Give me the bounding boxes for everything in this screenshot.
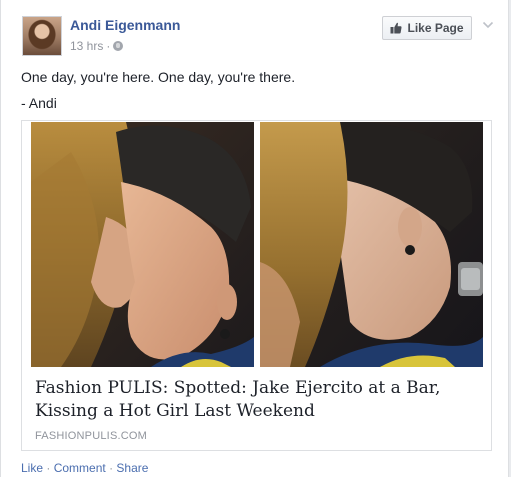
author-avatar[interactable]	[22, 16, 62, 56]
shared-link-card[interactable]: Fashion PULIS: Spotted: Jake Ejercito at…	[21, 120, 492, 451]
like-action-link[interactable]: Like	[21, 461, 43, 475]
post-text-line-2: - Andi	[21, 95, 57, 111]
preview-photo-left	[31, 122, 254, 367]
thumbs-up-icon	[390, 22, 403, 34]
author-name-link[interactable]: Andi Eigenmann	[70, 17, 180, 33]
like-page-button[interactable]: Like Page	[382, 16, 472, 40]
post-text-line-1: One day, you're here. One day, you're th…	[21, 69, 296, 85]
post-timestamp[interactable]: 13 hrs	[70, 39, 103, 53]
action-separator: ·	[46, 461, 51, 475]
globe-icon[interactable]	[113, 41, 124, 51]
link-domain: FASHIONPULIS.COM	[35, 430, 147, 442]
like-page-label: Like Page	[407, 21, 464, 35]
meta-separator: ·	[106, 39, 111, 53]
preview-photo-right	[260, 122, 483, 367]
link-preview-image[interactable]	[31, 122, 483, 367]
comment-action-link[interactable]: Comment	[54, 461, 106, 475]
post-meta: 13 hrs ·	[70, 39, 124, 53]
chevron-down-icon[interactable]	[482, 20, 494, 30]
share-action-link[interactable]: Share	[116, 461, 148, 475]
feed-post: Andi Eigenmann 13 hrs · Like Page One da…	[0, 0, 509, 477]
post-actions: Like · Comment · Share	[21, 461, 148, 475]
link-title[interactable]: Fashion PULIS: Spotted: Jake Ejercito at…	[35, 377, 483, 423]
action-separator: ·	[109, 461, 114, 475]
